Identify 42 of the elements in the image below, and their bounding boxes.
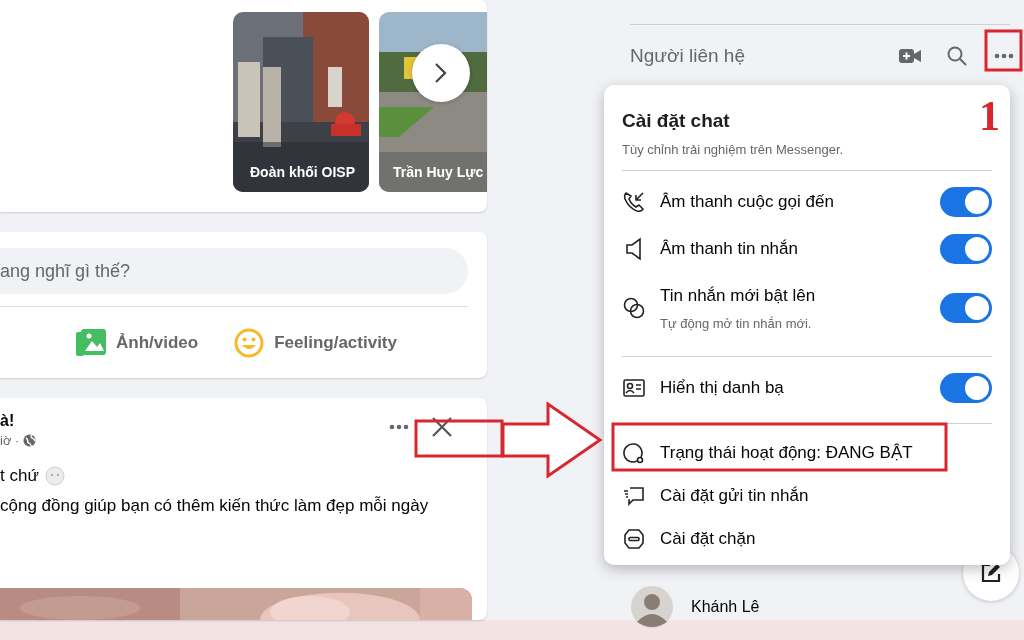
feeling-activity-button[interactable]: Feeling/activity xyxy=(234,323,397,362)
emoji-icon xyxy=(44,466,65,486)
menu-item[interactable]: Trạng thái hoạt động: ĐANG BẬT xyxy=(622,431,992,474)
story-name: Đoàn khối OISP xyxy=(250,163,356,182)
chevron-right-icon xyxy=(434,62,448,84)
block-icon xyxy=(622,526,646,551)
contact-item[interactable]: Khánh Lê xyxy=(627,584,764,630)
close-icon xyxy=(431,416,453,438)
setting-row[interactable]: Âm thanh tin nhắn xyxy=(622,225,992,272)
status-bubble-icon xyxy=(622,440,646,465)
bubbles-icon xyxy=(622,296,646,320)
menu-item[interactable]: Cài đặt chặn xyxy=(622,517,992,560)
compose-icon xyxy=(980,562,1002,584)
story-name: Trần Huy Lực xyxy=(393,163,485,182)
smiley-icon xyxy=(234,327,265,358)
toggle-switch[interactable] xyxy=(940,372,992,403)
post-text: t chứ xyxy=(0,466,39,486)
avatar-icon xyxy=(631,586,673,628)
menu-title: Cài đặt chat xyxy=(622,109,731,133)
phone-incoming-icon xyxy=(622,189,646,214)
post-input-field[interactable]: ang nghĩ gì thế? xyxy=(0,248,468,294)
setting-row[interactable]: Hiển thị danh bạ xyxy=(622,364,992,411)
contacts-title: Người liên hệ xyxy=(630,45,746,67)
toggle-switch[interactable] xyxy=(940,233,992,264)
menu-item[interactable]: Cài đặt gửi tin nhắn xyxy=(622,474,992,517)
more-icon xyxy=(389,424,409,430)
photo-icon xyxy=(76,328,106,357)
post-text: cộng đồng giúp bạn có thêm kiến thức làm đẹp mỗi ngày xyxy=(0,496,429,516)
highlight-box xyxy=(984,29,1023,72)
photo-video-button[interactable]: Ảnh/video xyxy=(76,324,199,361)
setting-row[interactable]: Tin nhắn mới bật lên Tự động mở tin nhắn mới. xyxy=(622,272,992,344)
step-number: 1 xyxy=(979,92,1000,140)
toggle-switch[interactable] xyxy=(940,293,992,323)
toggle-switch[interactable] xyxy=(940,186,992,217)
globe-icon xyxy=(23,434,37,447)
more-icon xyxy=(994,53,1014,59)
search-icon xyxy=(947,46,967,66)
menu-subtitle: Tùy chỉnh trải nghiệm trên Messenger. xyxy=(622,142,845,158)
setting-row[interactable]: Âm thanh cuộc gọi đến xyxy=(622,178,992,225)
post-time: iờ · xyxy=(0,433,20,448)
post-author[interactable]: à! xyxy=(0,412,15,430)
video-plus-icon xyxy=(899,48,921,64)
